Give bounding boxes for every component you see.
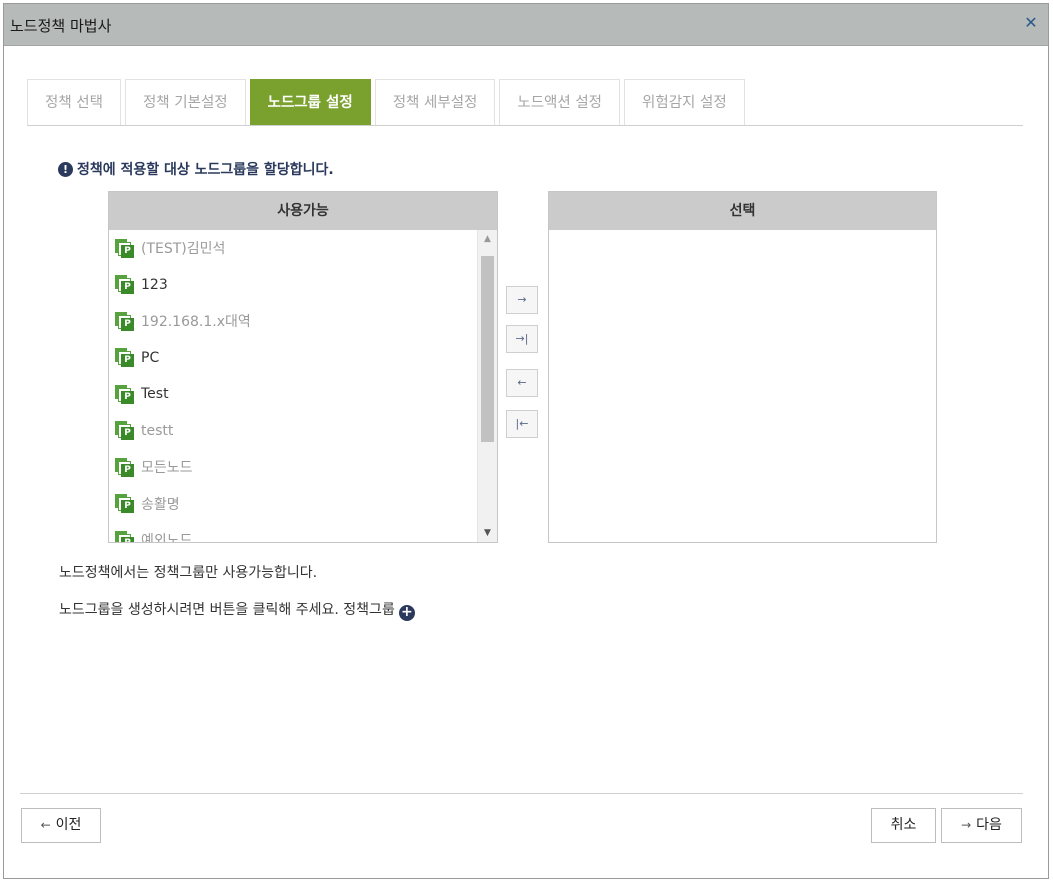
notice-text: 정책에 적용할 대상 노드그룹을 할당합니다. [77, 162, 334, 178]
next-button[interactable]: → 다음 [941, 808, 1022, 843]
arrow-left-icon: ← [40, 818, 51, 832]
node-group-icon: P [115, 421, 134, 441]
tab-risk-detection-settings[interactable]: 위험감지 설정 [624, 79, 745, 126]
close-icon[interactable]: ✕ [1022, 14, 1040, 32]
node-group-icon: P [115, 457, 134, 477]
list-item[interactable]: P 123 [109, 267, 477, 304]
list-item-label: (TEST)김민석 [141, 241, 226, 258]
prev-button-label: 이전 [55, 817, 82, 833]
list-item-label: Test [141, 386, 169, 403]
title-bar: 노드정책 마법사 ✕ [4, 4, 1048, 46]
list-item[interactable]: P testt [109, 413, 477, 450]
scroll-up-arrow-icon[interactable]: ▲ [478, 230, 497, 248]
tab-node-group-settings[interactable]: 노드그룹 설정 [249, 79, 371, 126]
add-all-button[interactable]: →| [506, 325, 538, 353]
list-item-label: testt [141, 422, 174, 439]
available-panel: 사용가능 P (TEST)김민석 P 123 P 192.168.1.x대역 P… [108, 191, 498, 543]
list-item-label: PC [141, 349, 160, 366]
selected-panel: 선택 [548, 191, 937, 543]
tab-node-action-settings[interactable]: 노드액션 설정 [499, 79, 621, 126]
list-item-label: 123 [141, 276, 168, 293]
node-group-icon: P [115, 494, 134, 514]
policy-group-only-note: 노드정책에서는 정책그룹만 사용가능합니다. [59, 565, 318, 581]
list-item-label: 모든노드 [141, 460, 193, 477]
list-item[interactable]: P 모든노드 [109, 449, 477, 486]
list-item[interactable]: P Test [109, 376, 477, 413]
node-group-icon: P [115, 275, 134, 295]
tabs-divider [27, 125, 1023, 126]
node-group-icon: P [115, 384, 134, 404]
cancel-button[interactable]: 취소 [871, 808, 936, 843]
add-selected-button[interactable]: → [506, 286, 538, 314]
arrow-right-icon: → [961, 818, 972, 832]
prev-button[interactable]: ← 이전 [21, 808, 101, 843]
available-panel-header: 사용가능 [109, 192, 497, 230]
create-group-note-text: 노드그룹을 생성하시려면 버튼을 클릭해 주세요. 정책그룹 [59, 602, 395, 618]
create-group-note: 노드그룹을 생성하시려면 버튼을 클릭해 주세요. 정책그룹 + [59, 599, 415, 621]
notice: ! 정책에 적용할 대상 노드그룹을 할당합니다. [58, 159, 334, 179]
tab-policy-detail-settings[interactable]: 정책 세부설정 [374, 79, 496, 126]
node-group-icon: P [115, 311, 134, 331]
node-group-icon: P [115, 238, 134, 258]
info-icon: ! [58, 161, 73, 177]
tab-policy-basic-settings[interactable]: 정책 기본설정 [124, 79, 246, 126]
list-item-label: 송활명 [141, 496, 180, 513]
node-group-icon: P [115, 348, 134, 368]
window-title: 노드정책 마법사 [10, 17, 112, 35]
add-policy-group-icon[interactable]: + [398, 605, 415, 621]
next-button-label: 다음 [976, 817, 1002, 833]
scroll-down-arrow-icon[interactable]: ▼ [478, 524, 497, 542]
footer-divider [20, 793, 1023, 794]
node-group-icon: P [115, 530, 134, 542]
list-item[interactable]: P (TEST)김민석 [109, 230, 477, 267]
list-item-label: 192.168.1.x대역 [141, 314, 251, 331]
list-item[interactable]: P PC [109, 340, 477, 377]
selected-panel-header: 선택 [549, 192, 936, 230]
selected-list[interactable] [549, 230, 936, 542]
list-item[interactable]: P 송활명 [109, 486, 477, 523]
remove-all-button[interactable]: |← [506, 410, 538, 438]
available-list-scrollbar[interactable]: ▲ ▼ [477, 230, 497, 542]
list-item[interactable]: P 192.168.1.x대역 [109, 303, 477, 340]
available-list: P (TEST)김민석 P 123 P 192.168.1.x대역 P PC P… [109, 230, 477, 542]
tab-policy-select[interactable]: 정책 선택 [27, 79, 121, 126]
remove-selected-button[interactable]: ← [506, 369, 538, 397]
wizard-tabs: 정책 선택 정책 기본설정 노드그룹 설정 정책 세부설정 노드액션 설정 위험… [27, 79, 749, 126]
scroll-thumb[interactable] [481, 256, 494, 442]
list-item[interactable]: P 예외노드 [109, 522, 477, 542]
list-item-label: 예외노드 [141, 533, 193, 542]
